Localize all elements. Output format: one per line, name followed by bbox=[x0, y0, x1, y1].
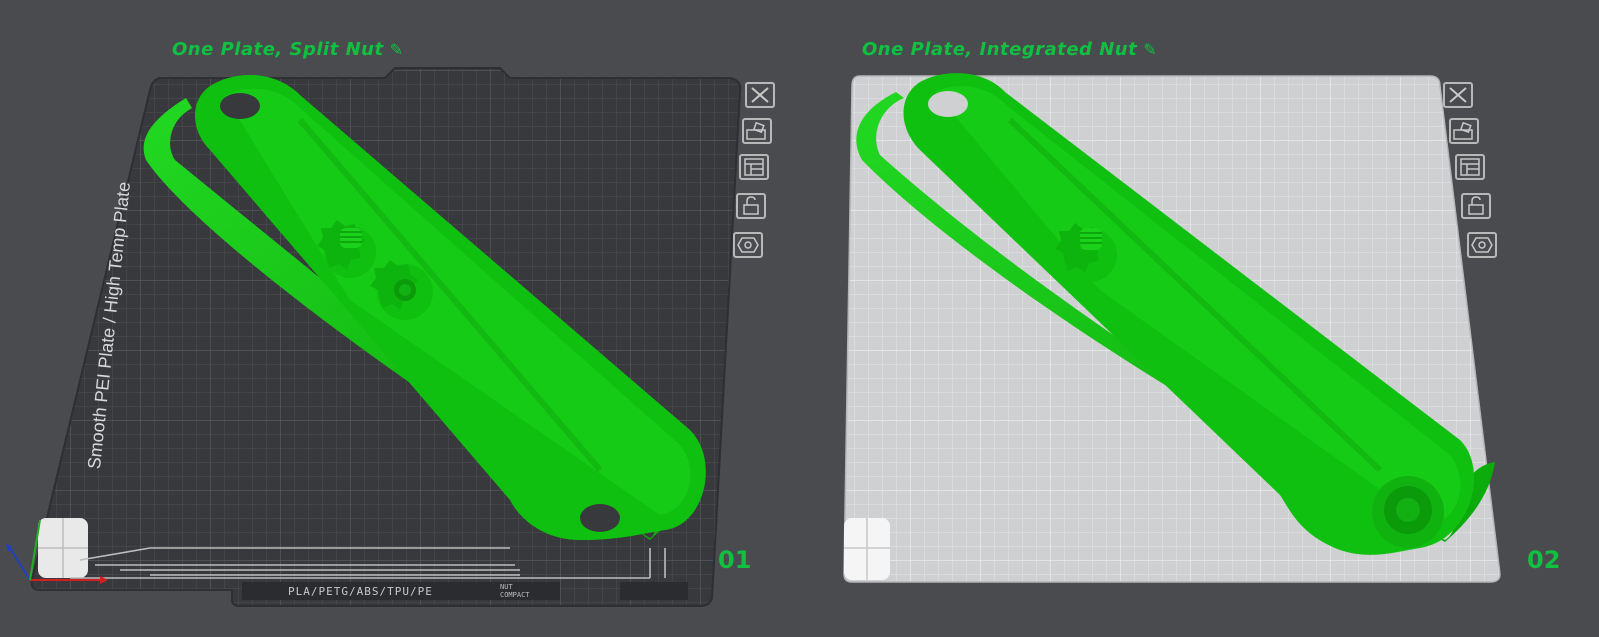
auto-arrange-icon bbox=[746, 121, 766, 140]
nut-label: NUT bbox=[500, 583, 513, 591]
layout-icon bbox=[744, 158, 764, 176]
plate-2-settings-button[interactable] bbox=[1467, 232, 1497, 258]
filament-type-label: PLA/PETG/ABS/TPU/PE bbox=[288, 585, 433, 598]
plate-1-number: 01 bbox=[718, 546, 752, 574]
settings-hex-icon bbox=[737, 237, 759, 253]
plate-2-title[interactable]: One Plate, Integrated Nut ✎ bbox=[862, 39, 1157, 60]
plate-2-close-button[interactable] bbox=[1443, 82, 1473, 108]
plate-2-arrange-button[interactable] bbox=[1449, 118, 1479, 144]
auto-arrange-icon bbox=[1453, 121, 1473, 140]
plate-2-lock-button[interactable] bbox=[1461, 193, 1491, 219]
settings-hex-icon bbox=[1471, 237, 1493, 253]
viewport-3d[interactable]: One Plate, Split Nut ✎ One Plate, Integra… bbox=[0, 0, 1599, 637]
plate-1-close-button[interactable] bbox=[745, 82, 775, 108]
plate-1-title-text: One Plate, Split Nut bbox=[172, 39, 384, 60]
close-icon bbox=[1449, 87, 1467, 103]
scene-svg bbox=[6, 67, 1501, 607]
layout-icon bbox=[1460, 158, 1480, 176]
plate-1-settings-button[interactable] bbox=[733, 232, 763, 258]
lock-icon bbox=[743, 196, 759, 215]
plate-2-number: 02 bbox=[1527, 546, 1561, 574]
plate-1-arrange-button[interactable] bbox=[742, 118, 772, 144]
plate-2-title-text: One Plate, Integrated Nut bbox=[862, 39, 1138, 60]
plate-2-layout-button[interactable] bbox=[1455, 154, 1485, 180]
plate-1-lock-button[interactable] bbox=[736, 193, 766, 219]
plate-1-title[interactable]: One Plate, Split Nut ✎ bbox=[172, 39, 403, 60]
compact-label: COMPACT bbox=[500, 591, 530, 599]
close-icon bbox=[751, 87, 769, 103]
edit-pencil-icon[interactable]: ✎ bbox=[1143, 40, 1157, 59]
lock-icon bbox=[1468, 196, 1484, 215]
plate-1-layout-button[interactable] bbox=[739, 154, 769, 180]
edit-pencil-icon[interactable]: ✎ bbox=[390, 40, 404, 59]
